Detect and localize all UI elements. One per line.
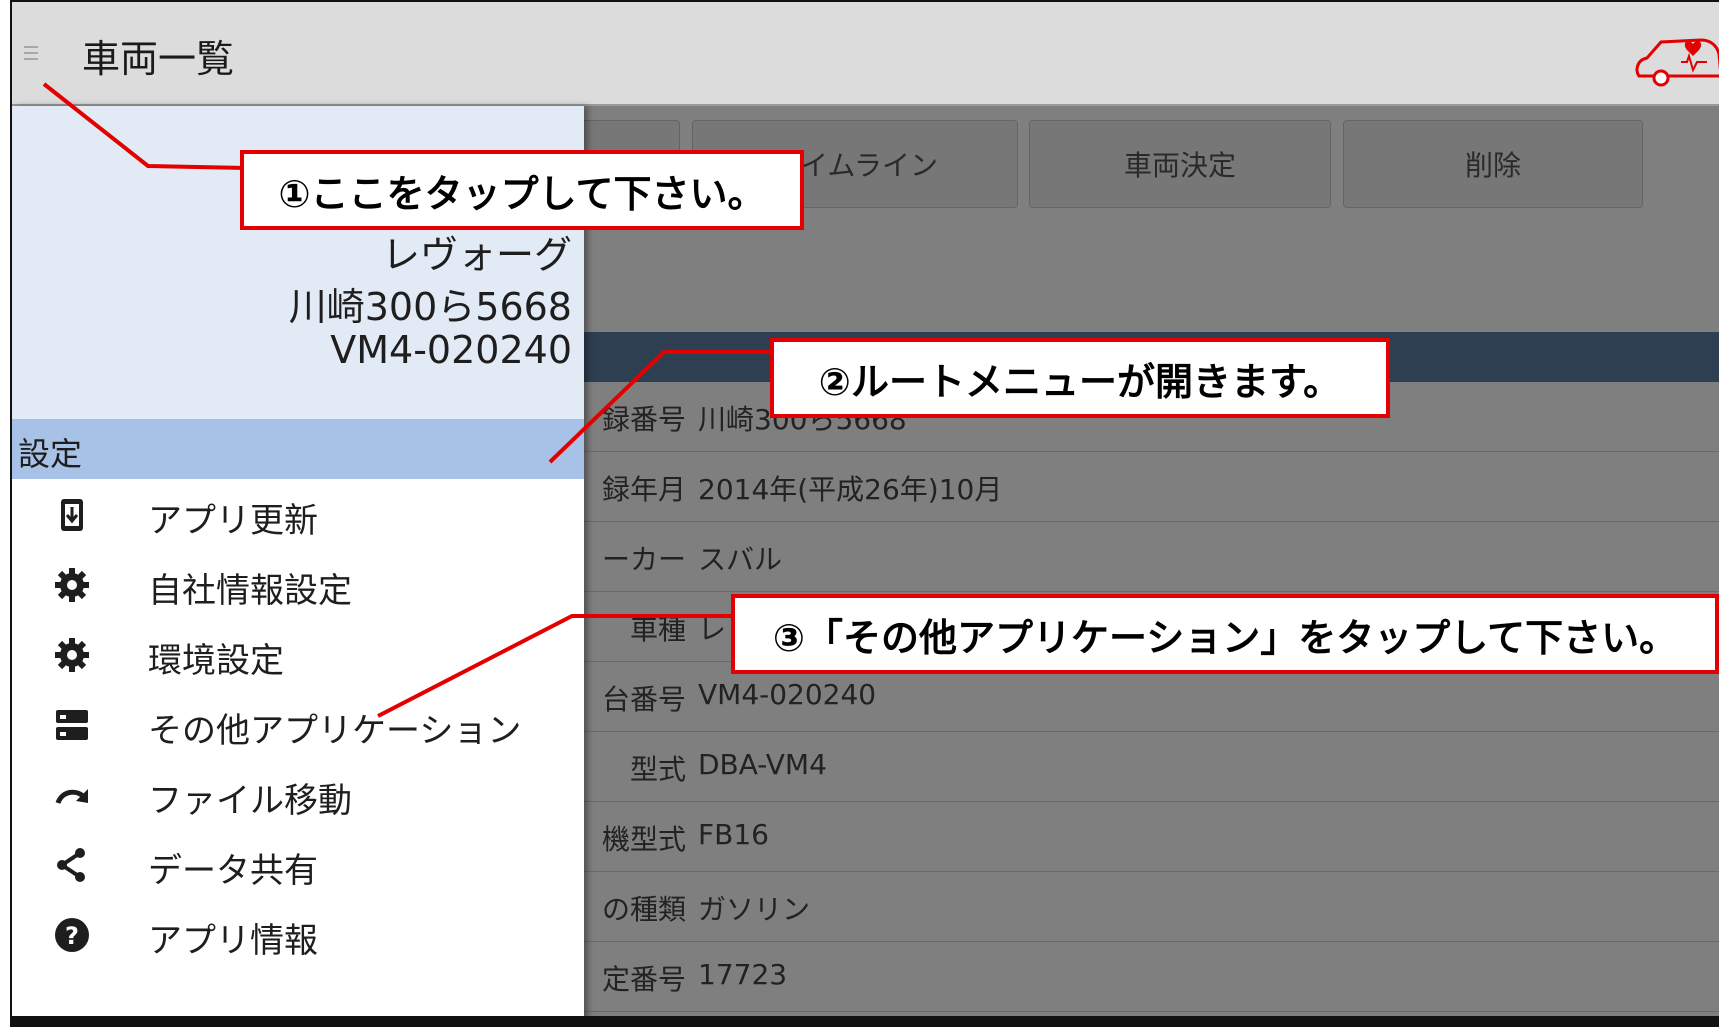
gear-icon [55,638,89,672]
vehicle-plate: 川崎300ら5668 [288,285,572,329]
menu-item-file-move[interactable]: ファイル移動 [12,759,584,833]
gear-icon [55,568,89,602]
hamburger-menu-icon[interactable] [24,46,38,64]
section-title: 設定 [18,435,83,473]
callout-step1: ①ここをタップして下さい。 [240,150,804,230]
callout-step2: ②ルートメニューが開きます。 [770,338,1390,418]
menu-item-label: その他アプリケーション [148,711,522,751]
menu-item-label: 環境設定 [148,641,284,681]
menu-item-label: ファイル移動 [148,781,352,821]
page-title: 車両一覧 [82,37,235,81]
menu-item-app-update[interactable]: アプリ更新 [12,479,584,553]
svg-text:?: ? [65,922,79,950]
menu-item-app-info[interactable]: ? アプリ情報 [12,899,584,973]
help-icon: ? [55,918,89,952]
app-bar: 車両一覧 [12,2,1719,106]
menu-item-label: アプリ情報 [148,921,318,961]
callout-step3: ③「その他アプリケーション」をタップして下さい。 [731,594,1719,674]
app-update-icon [61,499,83,531]
menu-item-company-settings[interactable]: 自社情報設定 [12,549,584,623]
menu-item-label: 自社情報設定 [148,571,352,611]
redo-arrow-icon [55,789,88,805]
share-icon [57,848,85,882]
apps-list-icon [56,710,88,740]
bottom-system-bar [10,1016,1719,1027]
navigation-drawer: レヴォーグ 川崎300ら5668 VM4-020240 設定 アプリ更新 自社情… [12,106,584,1026]
menu-item-other-applications[interactable]: その他アプリケーション [12,689,584,763]
vehicle-chassis: VM4-020240 [330,328,572,372]
menu-item-environment-settings[interactable]: 環境設定 [12,619,584,693]
car-heart-logo-icon [1635,38,1719,87]
settings-section-header: 設定 [12,419,584,479]
menu-item-label: アプリ更新 [148,501,318,541]
vehicle-name: レヴォーグ [381,233,572,277]
menu-item-label: データ共有 [148,851,318,891]
menu-item-data-share[interactable]: データ共有 [12,829,584,903]
